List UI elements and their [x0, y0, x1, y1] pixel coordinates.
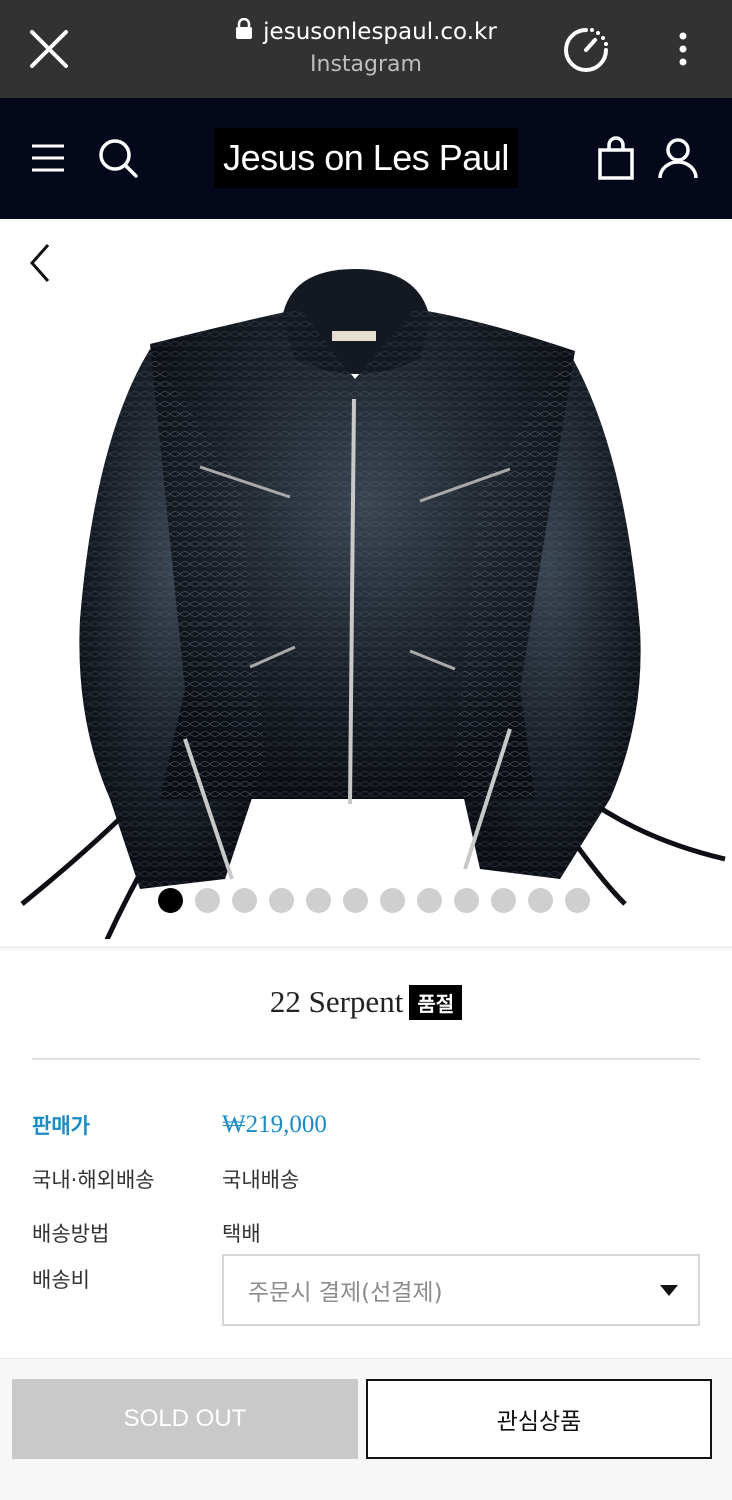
referrer-label: Instagram [310, 52, 422, 77]
shipping-region-value: 국내배송 [222, 1168, 300, 1192]
product-name: 22 Serpent [269, 984, 404, 1019]
gallery-dot[interactable] [491, 888, 516, 913]
shipping-method-label: 배송방법 [32, 1222, 110, 1246]
shipping-fee-label: 배송비 [32, 1268, 90, 1292]
site-logo[interactable]: Jesus on Les Paul [214, 128, 518, 188]
user-account-icon[interactable] [656, 136, 700, 182]
price-value: ₩219,000 [222, 1111, 327, 1138]
price-row: 판매가 ₩219,000 [32, 1098, 700, 1152]
gallery-dot[interactable] [380, 888, 405, 913]
shipping-fee-selected: 주문시 결제(선결제) [248, 1280, 443, 1306]
close-icon[interactable] [24, 24, 74, 74]
site-header: Jesus on Les Paul [0, 98, 732, 219]
price-label: 판매가 [32, 1114, 90, 1138]
shipping-region-row: 국내·해외배송 국내배송 [32, 1152, 700, 1206]
section-divider [0, 946, 732, 952]
gallery-dot[interactable] [269, 888, 294, 913]
product-info-table: 판매가 ₩219,000 국내·해외배송 국내배송 배송방법 택배 배송비 주문… [32, 1098, 700, 1326]
logo-text: Jesus on Les Paul [223, 137, 509, 178]
gallery-dot[interactable] [232, 888, 257, 913]
gallery-pagination [158, 888, 590, 913]
lock-icon [235, 17, 253, 46]
hamburger-menu-icon[interactable] [28, 138, 68, 178]
search-icon[interactable] [96, 136, 140, 180]
shipping-fee-row: 배송비 주문시 결제(선결제) [32, 1254, 700, 1326]
wishlist-button[interactable]: 관심상품 [366, 1379, 712, 1459]
gallery-dot[interactable] [454, 888, 479, 913]
shipping-method-value: 택배 [222, 1222, 261, 1246]
dropdown-arrow-icon [660, 1284, 678, 1296]
browser-toolbar: jesusonlespaul.co.kr Instagram [0, 0, 732, 98]
shipping-region-label: 국내·해외배송 [32, 1168, 155, 1192]
address-bar[interactable]: jesusonlespaul.co.kr Instagram [160, 17, 572, 77]
gallery-dot[interactable] [195, 888, 220, 913]
more-options-icon[interactable] [666, 26, 700, 72]
gallery-dot[interactable] [417, 888, 442, 913]
shopping-bag-icon[interactable] [596, 136, 636, 182]
speed-gauge-icon[interactable] [560, 24, 612, 76]
title-divider [32, 1058, 700, 1060]
gallery-dot[interactable] [343, 888, 368, 913]
shipping-fee-select[interactable]: 주문시 결제(선결제) [222, 1254, 700, 1326]
soldout-badge: 품절 [409, 984, 463, 1020]
gallery-dot[interactable] [528, 888, 553, 913]
bottom-action-bar: SOLD OUT 관심상품 [0, 1358, 732, 1500]
soldout-button[interactable]: SOLD OUT [12, 1379, 358, 1459]
shipping-method-row: 배송방법 택배 [32, 1206, 700, 1260]
page-url: jesusonlespaul.co.kr [263, 19, 497, 45]
product-image [0, 239, 732, 946]
product-title-row: 22 Serpent 품절 [0, 984, 732, 1020]
chevron-left-icon[interactable] [24, 241, 58, 285]
gallery-dot[interactable] [306, 888, 331, 913]
product-gallery[interactable] [0, 219, 732, 949]
gallery-dot[interactable] [158, 888, 183, 913]
gallery-dot[interactable] [565, 888, 590, 913]
